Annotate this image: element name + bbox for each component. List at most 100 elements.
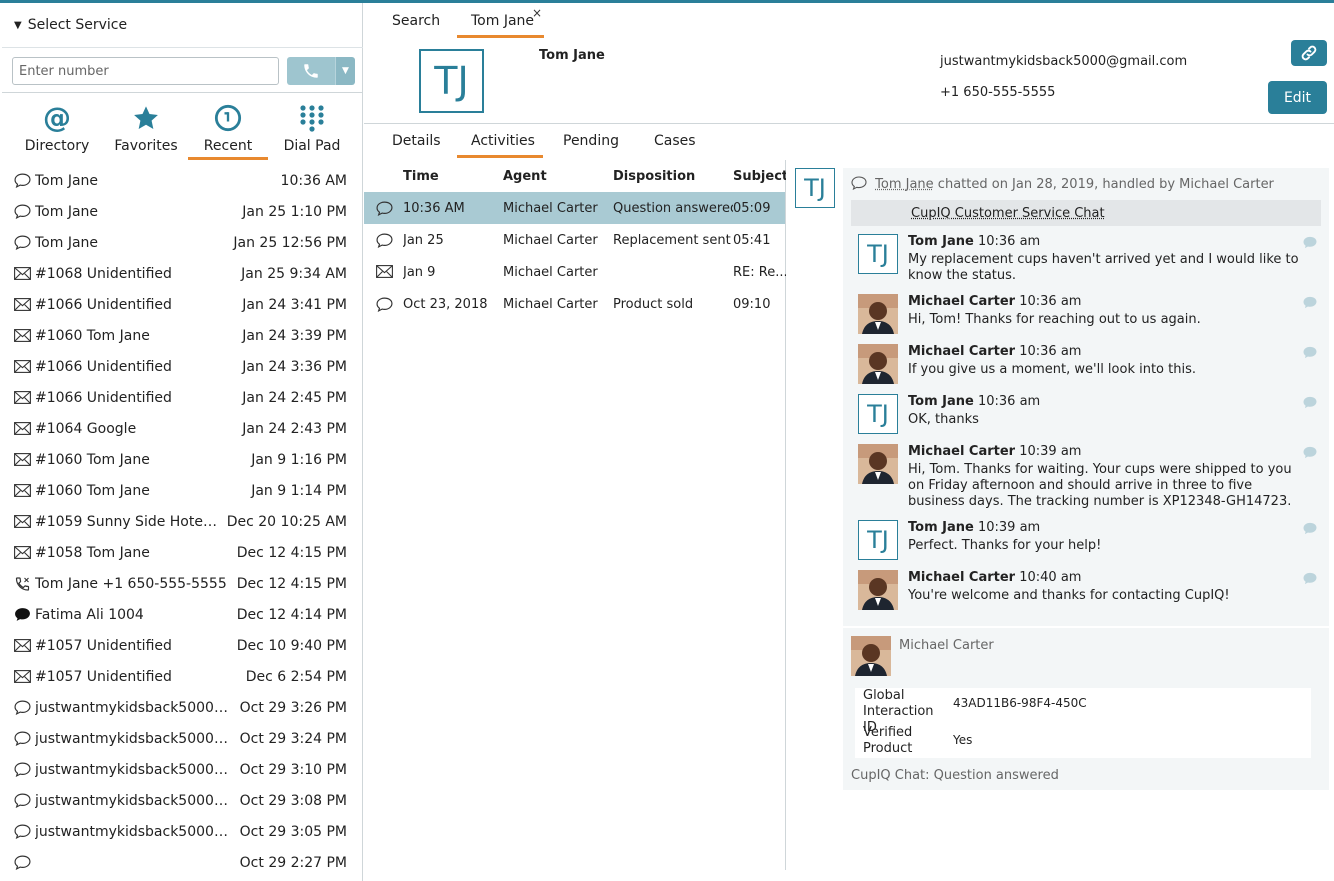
message-header: Michael Carter 10:36 am xyxy=(908,344,1081,359)
col-agent[interactable]: Agent xyxy=(503,169,547,184)
nav-tabs: @ Directory Favorites Recent Dial Pad xyxy=(2,94,363,160)
recent-item[interactable]: #1064 Google Jan 24 2:43 PM xyxy=(2,413,363,444)
activity-agent: Michael Carter xyxy=(503,232,598,248)
col-time[interactable]: Time xyxy=(403,169,439,184)
activity-row[interactable]: Jan 9 Michael Carter RE: Re... xyxy=(364,256,786,288)
contact-email: justwantmykidsback5000@gmail.com xyxy=(940,54,1188,69)
recent-item-name: #1057 Unidentified xyxy=(35,637,172,654)
message-header: Michael Carter 10:36 am xyxy=(908,294,1081,309)
recent-item[interactable]: Tom Jane Jan 25 1:10 PM xyxy=(2,196,363,227)
agent-avatar xyxy=(858,344,898,384)
recent-item[interactable]: Tom Jane 10:36 AM xyxy=(2,165,363,196)
enter-number-input[interactable] xyxy=(12,57,279,85)
recent-item[interactable]: justwantmykidsback5000@gmai... Oct 29 3:… xyxy=(2,692,363,723)
chat-transcript: Tom Jane chatted on Jan 28, 2019, handle… xyxy=(843,168,1329,626)
recent-item[interactable]: justwantmykidsback5000@gmai... Oct 29 3:… xyxy=(2,785,363,816)
email-icon xyxy=(14,670,33,683)
recent-item-name: #1060 Tom Jane xyxy=(35,482,150,499)
tab-favorites[interactable]: Favorites xyxy=(108,94,184,160)
property-value: 43AD11B6-98F4-450C xyxy=(953,696,1087,710)
activity-subject: 05:09 xyxy=(733,200,771,216)
chat-contact-link[interactable]: Tom Jane xyxy=(875,177,934,192)
tab-dial-pad[interactable]: Dial Pad xyxy=(278,94,346,160)
recent-item[interactable]: #1060 Tom Jane Jan 24 3:39 PM xyxy=(2,320,363,351)
message-header: Tom Jane 10:36 am xyxy=(908,394,1040,409)
edit-button[interactable]: Edit xyxy=(1268,81,1327,114)
recent-item[interactable]: justwantmykidsback5000@gmai... Oct 29 3:… xyxy=(2,754,363,785)
recent-item[interactable]: #1066 Unidentified Jan 24 3:36 PM xyxy=(2,351,363,382)
recent-item-name: #1060 Tom Jane xyxy=(35,451,150,468)
message-header: Tom Jane 10:36 am xyxy=(908,234,1040,249)
tab-cases[interactable]: Cases xyxy=(654,133,696,149)
recent-item-time: Dec 12 4:15 PM xyxy=(236,575,347,592)
select-service-dropdown[interactable]: ▼ Select Service xyxy=(2,3,363,47)
sms-icon xyxy=(14,607,33,622)
chat-icon xyxy=(14,700,33,715)
contact-name: Tom Jane xyxy=(539,48,605,63)
recent-item[interactable]: justwantmykidsback5000@gmai... Oct 29 3:… xyxy=(2,723,363,754)
tab-active-indicator xyxy=(457,35,544,38)
recent-item-time: Jan 24 3:41 PM xyxy=(242,296,347,313)
link-button[interactable] xyxy=(1291,40,1327,66)
tab-recent[interactable]: Recent xyxy=(188,94,268,160)
recent-item-name: #1066 Unidentified xyxy=(35,389,172,406)
recent-item-time: Dec 6 2:54 PM xyxy=(245,668,347,685)
recent-item[interactable]: #1057 Unidentified Dec 6 2:54 PM xyxy=(2,661,363,692)
recent-item[interactable]: #1058 Tom Jane Dec 12 4:15 PM xyxy=(2,537,363,568)
message-sender: Michael Carter xyxy=(908,444,1016,459)
activity-time: 10:36 AM xyxy=(403,200,465,216)
chat-bubble-icon xyxy=(1302,572,1318,585)
recent-item[interactable]: Tom Jane Jan 25 12:56 PM xyxy=(2,227,363,258)
detail-subtabs: Details Activities Pending Cases xyxy=(364,125,1334,159)
message-time: 10:40 am xyxy=(1019,570,1082,585)
chat-icon xyxy=(14,824,33,839)
email-icon xyxy=(14,515,33,528)
message-time: 10:36 am xyxy=(1019,344,1082,359)
call-options-dropdown[interactable]: ▼ xyxy=(335,57,355,85)
chat-icon xyxy=(14,235,33,250)
interaction-detail: TJ Tom Jane chatted on Jan 28, 2019, han… xyxy=(787,160,1334,870)
recent-item-name: #1068 Unidentified xyxy=(35,265,172,282)
recent-item-time: Jan 24 3:36 PM xyxy=(242,358,347,375)
chat-title[interactable]: CupIQ Customer Service Chat xyxy=(851,200,1321,226)
recent-item-time: 10:36 AM xyxy=(280,172,347,189)
recent-item[interactable]: Oct 29 2:27 PM xyxy=(2,847,363,878)
activity-row[interactable]: Jan 25 Michael Carter Replacement sent 0… xyxy=(364,224,785,256)
chat-bubble-icon xyxy=(851,176,867,191)
recent-item[interactable]: Tom Jane +1 650-555-5555 Dec 12 4:15 PM xyxy=(2,568,363,599)
col-subject[interactable]: Subject, xyxy=(733,169,786,184)
recent-item[interactable]: Fatima Ali 1004 Dec 12 4:14 PM xyxy=(2,599,363,630)
recent-item[interactable]: #1066 Unidentified Jan 24 2:45 PM xyxy=(2,382,363,413)
recent-item-name: #1060 Tom Jane xyxy=(35,327,150,344)
chat-bubble-icon xyxy=(1302,346,1318,359)
tab-search[interactable]: Search xyxy=(392,13,440,29)
recent-item[interactable]: #1060 Tom Jane Jan 9 1:16 PM xyxy=(2,444,363,475)
close-tab-icon[interactable]: × xyxy=(532,6,542,20)
contact-avatar: TJ xyxy=(419,49,484,113)
tab-details[interactable]: Details xyxy=(392,133,441,149)
recent-item[interactable]: #1060 Tom Jane Jan 9 1:14 PM xyxy=(2,475,363,506)
chat-bubble-icon xyxy=(1302,236,1318,249)
activity-row[interactable]: 10:36 AM Michael Carter Question answere… xyxy=(364,192,785,224)
message-text: You're welcome and thanks for contacting… xyxy=(908,588,1230,603)
tab-directory[interactable]: @ Directory xyxy=(20,94,94,160)
contact-avatar: TJ xyxy=(858,234,898,274)
chat-summary-text: chatted on Jan 28, 2019, handled by Mich… xyxy=(933,177,1274,192)
recent-item[interactable]: justwantmykidsback5000@gmai... Oct 29 3:… xyxy=(2,816,363,847)
caret-down-icon: ▼ xyxy=(14,19,22,31)
recent-item-name: Tom Jane +1 650-555-5555 xyxy=(35,575,227,592)
recent-item[interactable]: #1068 Unidentified Jan 25 9:34 AM xyxy=(2,258,363,289)
recent-item[interactable]: #1066 Unidentified Jan 24 3:41 PM xyxy=(2,289,363,320)
activity-row[interactable]: Oct 23, 2018 Michael Carter Product sold… xyxy=(364,288,785,320)
chat-icon xyxy=(376,201,393,220)
recent-item[interactable]: #1059 Sunny Side Hotel and S... Dec 20 1… xyxy=(2,506,363,537)
tab-activities[interactable]: Activities xyxy=(471,133,535,149)
email-icon xyxy=(14,267,33,280)
col-disposition[interactable]: Disposition xyxy=(613,169,695,184)
dialpad-icon xyxy=(299,94,325,132)
call-button[interactable] xyxy=(287,57,335,85)
message-sender: Michael Carter xyxy=(908,344,1016,359)
tab-pending[interactable]: Pending xyxy=(563,133,619,149)
recent-item[interactable]: #1057 Unidentified Dec 10 9:40 PM xyxy=(2,630,363,661)
tab-tom-jane[interactable]: Tom Jane xyxy=(471,13,534,29)
